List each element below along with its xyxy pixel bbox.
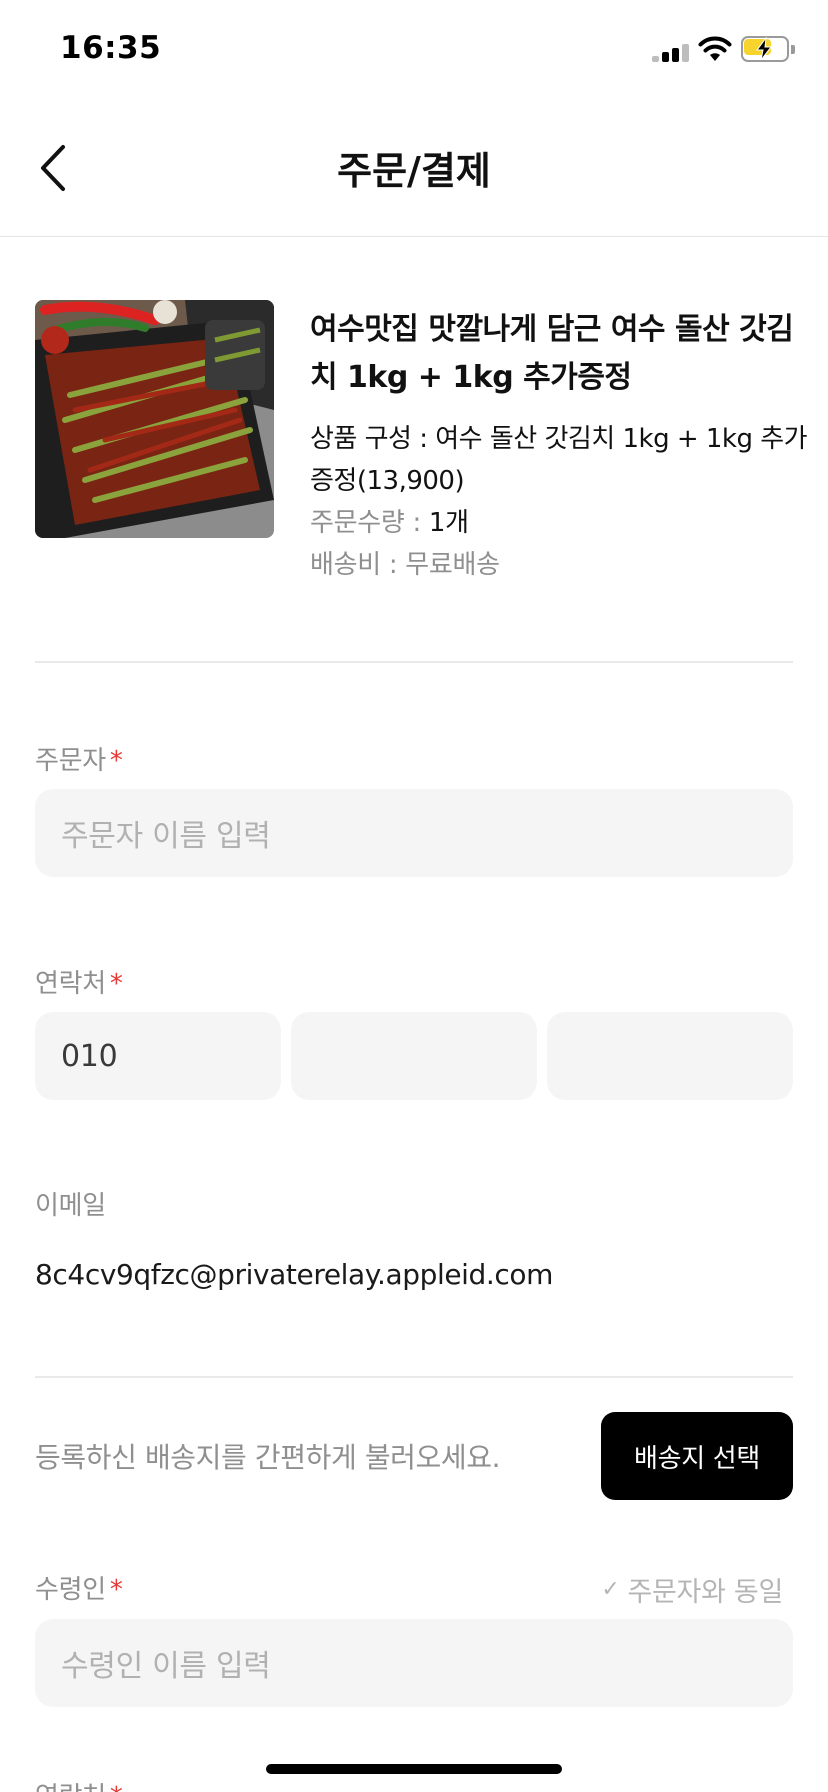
section-divider bbox=[35, 1376, 793, 1378]
select-address-button[interactable]: 배송지 선택 bbox=[601, 1412, 793, 1500]
address-hint: 등록하신 배송지를 간편하게 불러오세요. bbox=[35, 1441, 501, 1474]
product-quantity-value: 1개 bbox=[428, 508, 469, 538]
recipient-name-input[interactable]: 수령인 이름 입력 bbox=[35, 1619, 793, 1707]
product-shipping-value: 무료배송 bbox=[405, 550, 500, 580]
required-mark: * bbox=[109, 1575, 123, 1605]
contact-label: 연락처 * bbox=[35, 963, 123, 1000]
orderer-label-text: 주문자 bbox=[35, 746, 106, 776]
product-info: 여수맛집 맛깔나게 담근 여수 돌산 갓김치 1kg + 1kg 추가증정 상품… bbox=[310, 306, 810, 586]
product-title: 여수맛집 맛깔나게 담근 여수 돌산 갓김치 1kg + 1kg 추가증정 bbox=[310, 312, 794, 395]
cellular-signal-icon bbox=[652, 44, 692, 62]
required-mark: * bbox=[110, 1782, 123, 1792]
product-shipping: 배송비 : 무료배송 bbox=[310, 544, 810, 586]
product-option-label: 상품 구성 : bbox=[310, 424, 436, 454]
navigation-bar: 주문/결제 bbox=[0, 100, 828, 237]
email-value: 8c4cv9qfzc@privaterelay.appleid.com bbox=[35, 1258, 554, 1291]
status-bar: 16:35 bbox=[0, 0, 828, 100]
section-divider bbox=[35, 661, 793, 663]
product-option: 상품 구성 : 여수 돌산 갓김치 1kg + 1kg 추가증정(13,900) bbox=[310, 418, 810, 502]
page-title: 주문/결제 bbox=[337, 149, 491, 193]
status-time: 16:35 bbox=[60, 30, 162, 66]
orderer-label: 주문자 * bbox=[35, 740, 123, 777]
product-quantity: 주문수량 : 1개 bbox=[310, 502, 810, 544]
phone-part2-input[interactable] bbox=[291, 1012, 537, 1100]
phone-part3-input[interactable] bbox=[547, 1012, 793, 1100]
check-icon: ✓ bbox=[601, 1577, 620, 1602]
recipient-contact-label: 연락처 * bbox=[35, 1776, 123, 1792]
battery-charging-icon bbox=[741, 36, 795, 62]
recipient-contact-label-text: 연락처 bbox=[35, 1782, 106, 1792]
same-as-orderer-label: 주문자와 동일 bbox=[627, 1577, 783, 1608]
product-summary: 여수맛집 맛깔나게 담근 여수 돌산 갓김치 1kg + 1kg 추가증정 상품… bbox=[35, 300, 808, 600]
recipient-label-text: 수령인 bbox=[35, 1575, 106, 1605]
product-quantity-label: 주문수량 : bbox=[310, 508, 429, 538]
product-shipping-label: 배송비 : bbox=[310, 550, 406, 580]
contact-label-text: 연락처 bbox=[35, 969, 106, 999]
email-label: 이메일 bbox=[35, 1191, 106, 1221]
wifi-icon bbox=[698, 36, 732, 61]
required-mark: * bbox=[109, 969, 123, 999]
phone-part1-input[interactable]: 010 bbox=[35, 1012, 281, 1100]
checkout-screen: 16:35 주문/결제 여수맛집 맛깔나게 담근 여수 돌산 갓김치 1kg +… bbox=[0, 0, 828, 1792]
same-as-orderer-toggle[interactable]: ✓ 주문자와 동일 bbox=[601, 1570, 783, 1609]
product-image bbox=[35, 300, 274, 538]
recipient-label: 수령인 * bbox=[35, 1569, 123, 1606]
required-mark: * bbox=[109, 746, 123, 776]
orderer-name-input[interactable]: 주문자 이름 입력 bbox=[35, 789, 793, 877]
home-indicator[interactable] bbox=[266, 1764, 562, 1774]
